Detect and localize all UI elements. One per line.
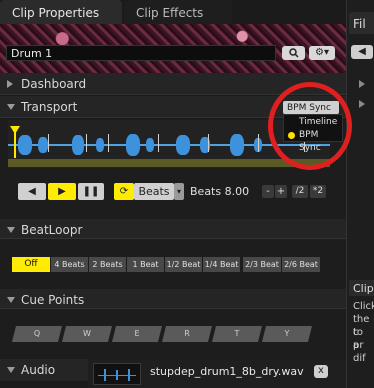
beats-value: Beats 8.00	[190, 185, 250, 198]
beatloopr-half-beat[interactable]: 1/2 Beat	[165, 257, 202, 272]
beatloopr-2-3-beat[interactable]: 2/3 Beat	[243, 257, 281, 272]
wave-peak	[38, 137, 48, 153]
cue-point-t[interactable]: T	[212, 326, 262, 342]
wave-peak	[18, 135, 32, 155]
play-button[interactable]: ▶	[48, 183, 76, 200]
clip-name-field[interactable]: Drum 1	[6, 45, 276, 61]
cue-point-e[interactable]: E	[112, 326, 162, 342]
expanded-arrow-icon	[7, 227, 15, 233]
beatloopr-2-beats[interactable]: 2 Beats	[89, 257, 126, 272]
expanded-arrow-icon	[7, 297, 15, 303]
wave-peak	[176, 135, 190, 155]
beats-halve-button[interactable]: /2	[292, 185, 308, 198]
tab-files[interactable]: Fil	[349, 12, 374, 34]
remove-audio-button[interactable]: x	[314, 365, 328, 378]
cue-point-r[interactable]: R	[162, 326, 212, 342]
search-icon	[288, 48, 299, 58]
loop-mode-chevron[interactable]: ▾	[174, 183, 184, 200]
beat-marker	[208, 134, 209, 152]
beats-plus-button[interactable]: +	[275, 185, 287, 198]
loop-mode-value: Beats	[138, 185, 170, 198]
wave-peak	[230, 134, 244, 156]
loop-icon: ⟳	[119, 186, 129, 197]
beatloopr-quarter-beat[interactable]: 1/4 Beat	[203, 257, 240, 272]
loop-mode-dropdown[interactable]: Beats	[134, 183, 174, 200]
back-button[interactable]: ◀	[351, 45, 373, 59]
cue-points-header[interactable]: Cue Points	[0, 289, 346, 309]
cue-point-w[interactable]: W	[62, 326, 112, 342]
beat-marker	[48, 134, 49, 152]
beat-marker	[158, 134, 159, 152]
beat-marker	[258, 134, 259, 152]
expanded-arrow-icon	[7, 104, 15, 110]
beatloopr-1-beat[interactable]: 1 Beat	[127, 257, 164, 272]
wave-peak	[126, 134, 140, 156]
wave-peak	[72, 135, 84, 155]
close-icon: x	[318, 365, 324, 376]
chevron-down-icon: ▾	[176, 187, 181, 196]
cue-points-label: Cue Points	[21, 293, 85, 307]
wave-peak	[96, 138, 104, 152]
clip-help-header: Clip	[349, 280, 374, 296]
playhead[interactable]	[14, 132, 16, 158]
expand-arrow-icon[interactable]	[359, 100, 365, 108]
audio-waveform-thumbnail	[93, 363, 141, 385]
gear-icon: ⚙▾	[315, 47, 329, 58]
settings-button[interactable]: ⚙▾	[309, 46, 335, 60]
beatloopr-off[interactable]: Off	[12, 257, 50, 272]
tab-clip-properties[interactable]: Clip Properties	[0, 0, 122, 24]
audio-file-name: stupdep_drum1_8b_dry.wav	[150, 365, 304, 378]
beatloopr-2-6-beat[interactable]: 2/6 Beat	[282, 257, 320, 272]
search-button[interactable]	[282, 46, 305, 60]
reverse-icon: ◀	[28, 186, 36, 197]
play-reverse-button[interactable]: ◀	[18, 183, 46, 200]
loop-button[interactable]: ⟳	[114, 183, 134, 200]
beatloopr-4-beats[interactable]: 4 Beats	[51, 257, 88, 272]
back-icon: ◀	[358, 46, 366, 57]
pause-button[interactable]: ❚❚	[78, 183, 104, 200]
dashboard-label: Dashboard	[21, 77, 87, 91]
cue-point-q[interactable]: Q	[12, 326, 62, 342]
tab-clip-effects[interactable]: Clip Effects	[124, 0, 232, 24]
expanded-arrow-icon	[7, 367, 15, 373]
pause-icon: ❚❚	[82, 186, 100, 197]
right-panel: Fil ◀ Clip Click the c to pr a dif	[346, 0, 374, 388]
beatloopr-label: BeatLoopr	[21, 223, 83, 237]
transport-label: Transport	[21, 100, 78, 114]
audio-header[interactable]: Audio	[0, 359, 88, 381]
expand-arrow-icon[interactable]	[359, 80, 365, 88]
cue-point-y[interactable]: Y	[262, 326, 312, 342]
play-icon: ▶	[58, 186, 66, 197]
help-text-line: Click	[353, 301, 374, 312]
beat-marker	[108, 134, 109, 152]
collapsed-arrow-icon	[7, 80, 13, 88]
beatloopr-header[interactable]: BeatLoopr	[0, 219, 346, 239]
wave-peak	[146, 138, 154, 152]
loop-range-bar[interactable]	[8, 159, 330, 167]
beats-minus-button[interactable]: -	[262, 185, 274, 198]
beats-double-button[interactable]: *2	[310, 185, 326, 198]
beat-marker	[86, 134, 87, 152]
help-text-line: a dif	[353, 340, 366, 364]
highlight-ring	[268, 82, 352, 170]
audio-label: Audio	[21, 363, 56, 377]
